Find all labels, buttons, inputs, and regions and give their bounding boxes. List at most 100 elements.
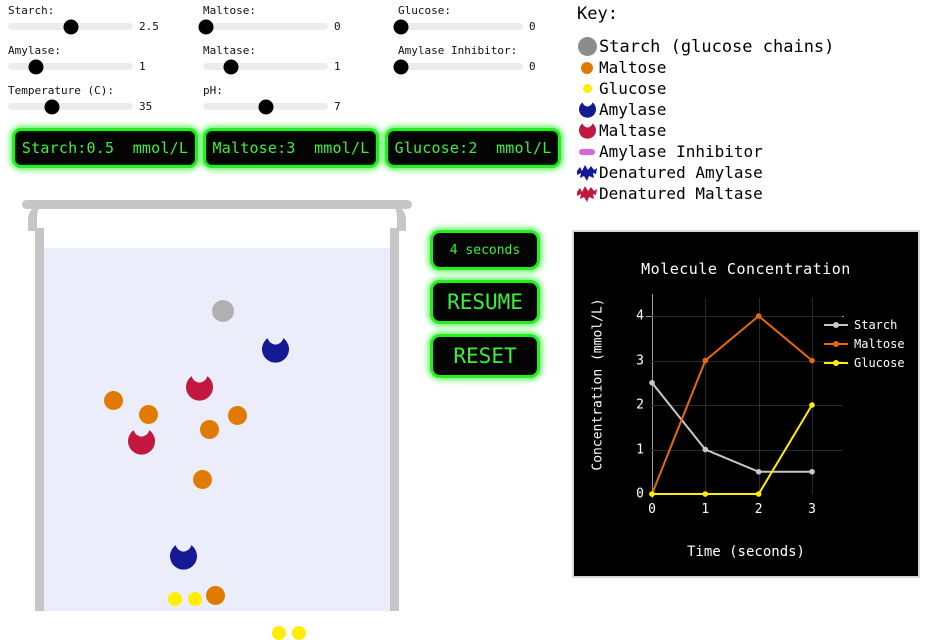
beaker-simulation <box>22 200 412 640</box>
molecule-maltase <box>128 428 155 455</box>
chart-y-tick: 3 <box>636 353 644 368</box>
chart-line-starch <box>651 382 812 473</box>
chart-y-tick: 1 <box>636 442 644 457</box>
key-item-label: Amylase <box>599 100 667 119</box>
slider-thumb-maltose[interactable] <box>198 19 213 34</box>
slider-value-amylase: 1 <box>139 60 146 73</box>
slider-column-2: Maltose: 0 Maltase: 1 pH: 7 <box>198 0 388 120</box>
glucose-circle-icon <box>575 84 599 93</box>
slider-thumb-temperature[interactable] <box>44 99 60 114</box>
slider-thumb-ph[interactable] <box>258 99 273 114</box>
slider-value-maltase: 1 <box>334 60 341 73</box>
slider-group-ph: pH: 7 <box>203 80 388 120</box>
molecule-concentration-chart: Molecule Concentration Concentration (mm… <box>572 230 920 578</box>
key-item-label: Starch (glucose chains) <box>599 36 835 57</box>
chart-legend: Starch Maltose Glucose <box>824 316 905 373</box>
key-item-label: Amylase Inhibitor <box>599 142 763 161</box>
slider-label-amylase-inhibitor: Amylase Inhibitor: <box>398 44 518 57</box>
molecule-glucose <box>272 626 286 640</box>
slider-value-temperature: 35 <box>139 100 153 113</box>
chart-legend-item-maltose: Maltose <box>824 335 905 352</box>
chart-x-tick: 2 <box>754 502 763 517</box>
molecule-glucose <box>188 592 202 606</box>
elapsed-time-display: 4 seconds <box>430 230 540 270</box>
key-title: Key: <box>577 4 618 24</box>
simulation-controls: 4 seconds RESUME RESET <box>430 230 550 378</box>
chart-legend-label: Maltose <box>854 336 905 351</box>
chart-x-tick: 1 <box>701 502 710 517</box>
molecule-amylase <box>262 336 289 363</box>
key-item-starch-glucose-chains: Starch (glucose chains) <box>575 36 920 57</box>
slider-thumb-starch[interactable] <box>63 19 78 34</box>
slider-starch[interactable] <box>8 19 133 34</box>
key-item-maltose: Maltose <box>575 57 920 78</box>
slider-glucose[interactable] <box>393 19 523 34</box>
molecule-amylase <box>170 543 197 570</box>
beaker-liquid <box>44 248 390 640</box>
slider-amylase[interactable] <box>8 59 133 74</box>
molecule-starch <box>212 300 234 322</box>
slider-value-amylase-inhibitor: 0 <box>529 60 536 73</box>
molecule-maltose <box>228 406 247 425</box>
chart-point-maltose <box>809 357 815 364</box>
chart-line-glucose <box>652 404 813 495</box>
parameter-controls-panel: Starch: 2.5 Amylase: 1 Temperature (C): 35 Ma… <box>0 0 565 125</box>
slider-thumb-amylase-inhibitor[interactable] <box>393 59 408 74</box>
starch-circle-icon <box>575 37 599 56</box>
chart-legend-swatch <box>824 340 848 347</box>
slider-value-ph: 7 <box>334 100 341 113</box>
resume-button[interactable]: RESUME <box>430 280 540 324</box>
slider-value-glucose: 0 <box>529 20 536 33</box>
slider-thumb-maltase[interactable] <box>223 59 238 74</box>
slider-label-starch: Starch: <box>8 4 55 17</box>
slider-group-maltose: Maltose: 0 <box>198 0 388 40</box>
chart-legend-label: Starch <box>854 317 898 332</box>
slider-label-amylase: Amylase: <box>8 44 61 57</box>
slider-maltase[interactable] <box>203 59 328 74</box>
chart-x-axis-label: Time (seconds) <box>686 544 805 560</box>
chart-point-starch <box>649 379 655 386</box>
molecule-maltose <box>206 586 225 605</box>
molecule-maltose <box>193 470 212 489</box>
slider-label-maltose: Maltose: <box>203 4 256 17</box>
slider-maltose[interactable] <box>198 19 328 34</box>
slider-thumb-amylase[interactable] <box>28 59 43 74</box>
readout-maltose: Maltose:3 mmol/L <box>203 128 379 168</box>
chart-legend-item-starch: Starch <box>824 316 905 333</box>
molecule-maltose <box>139 405 158 424</box>
denatured-amylase-blob-icon <box>575 164 599 182</box>
inhibitor-bar-icon <box>575 148 599 155</box>
reset-button[interactable]: RESET <box>430 334 540 378</box>
molecule-maltose <box>104 391 123 410</box>
chart-point-starch <box>755 468 762 475</box>
chart-legend-item-glucose: Glucose <box>824 354 905 371</box>
key-item-amylase: Amylase <box>575 99 920 120</box>
slider-temperature[interactable] <box>8 99 133 114</box>
readout-starch: Starch:0.5 mmol/L <box>12 128 198 168</box>
slider-thumb-glucose[interactable] <box>393 19 408 34</box>
key-item-label: Maltose <box>599 58 667 77</box>
chart-y-tick: 2 <box>636 397 644 413</box>
key-item-amylase-inhibitor: Amylase Inhibitor <box>575 141 920 162</box>
chart-y-tick: 4 <box>636 308 644 324</box>
amylase-enzyme-icon <box>575 101 599 118</box>
slider-value-maltose: 0 <box>334 20 341 33</box>
chart-point-starch <box>809 468 815 475</box>
molecule-key: Key: Starch (glucose chains) Maltose Gluco… <box>575 4 920 204</box>
slider-amylase-inhibitor[interactable] <box>393 59 523 74</box>
slider-ph[interactable] <box>203 99 328 114</box>
slider-group-starch: Starch: 2.5 <box>8 0 193 40</box>
slider-group-glucose: Glucose: 0 <box>393 0 583 40</box>
chart-point-maltose <box>702 357 709 364</box>
slider-label-glucose: Glucose: <box>398 4 451 17</box>
chart-line-maltose <box>651 314 813 495</box>
key-list: Starch (glucose chains) Maltose Glucose Amy… <box>575 36 920 204</box>
key-item-label: Denatured Maltase <box>599 184 763 203</box>
chart-x-tick: 0 <box>648 502 656 517</box>
slider-column-3: Glucose: 0 Amylase Inhibitor: 0 <box>393 0 583 80</box>
slider-group-temperature: Temperature (C): 35 <box>8 80 193 120</box>
beaker-wall-left <box>35 228 44 611</box>
slider-group-amylase-inhibitor: Amylase Inhibitor: 0 <box>393 40 583 80</box>
slider-label-temperature: Temperature (C): <box>8 84 114 97</box>
maltose-circle-icon <box>575 61 599 74</box>
